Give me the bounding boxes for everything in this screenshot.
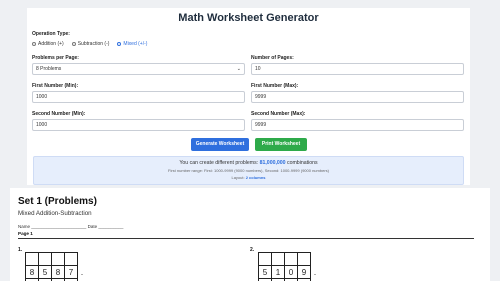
digit-cell: 5: [38, 265, 52, 279]
second-max-label: Second Number (Max):: [251, 111, 306, 117]
blank-cell: [258, 252, 272, 266]
problem-number: 2.: [250, 247, 255, 253]
combinations-count: 81,000,000: [259, 160, 286, 166]
radio-addition-label: Addition (+): [38, 41, 64, 47]
second-max-input[interactable]: 9999: [251, 119, 464, 131]
problems-per-page-label: Problems per Page:: [32, 55, 79, 61]
digit-cell: 8: [51, 265, 65, 279]
combinations-info-box: You can create different problems: 81,00…: [33, 156, 464, 185]
number-of-pages-label: Number of Pages:: [251, 55, 294, 61]
blank-cell: [25, 252, 39, 266]
operator-sign: -: [81, 272, 83, 278]
blank-cell: [64, 252, 78, 266]
generate-worksheet-button[interactable]: Generate Worksheet: [191, 138, 249, 151]
radio-dot-selected: [117, 42, 122, 46]
first-min-input[interactable]: 1000: [32, 91, 245, 103]
number-of-pages-input[interactable]: 10: [251, 63, 464, 75]
digit-cell: 0: [284, 265, 298, 279]
set-title: Set 1 (Problems): [18, 196, 97, 207]
blank-cell: [271, 252, 285, 266]
radio-subtraction-label: Subtraction (-): [77, 41, 110, 47]
first-min-label: First Number (Min):: [32, 83, 79, 89]
layout-line: Layout: 2 columns: [34, 175, 463, 180]
operation-type-label: Operation Type:: [32, 31, 70, 37]
digit-cell: 7: [64, 265, 78, 279]
page-label: Page 1: [18, 231, 33, 236]
first-max-label: First Number (Max):: [251, 83, 299, 89]
layout-prefix: Layout:: [231, 175, 246, 180]
first-max-input[interactable]: 9999: [251, 91, 464, 103]
digit-cell: 9: [297, 265, 311, 279]
digit-cell: 1: [271, 265, 285, 279]
problem-number: 1.: [18, 247, 23, 253]
combinations-prefix: You can create different problems:: [179, 160, 260, 166]
set-subtitle: Mixed Addition-Subtraction: [18, 210, 92, 217]
range-info-line: First number range: First: 1000-9999 (90…: [168, 168, 329, 173]
radio-addition[interactable]: Addition (+): [32, 41, 64, 47]
digit-cell: 5: [258, 265, 272, 279]
digit-cell: 8: [25, 265, 39, 279]
radio-mixed-label: Mixed (+/-): [123, 41, 148, 47]
operation-radio-group: Addition (+) Subtraction (-) Mixed (+/-): [32, 41, 147, 47]
blank-cell: [38, 252, 52, 266]
blank-cell: [284, 252, 298, 266]
second-min-label: Second Number (Min):: [32, 111, 86, 117]
worksheet-preview: Set 1 (Problems) Mixed Addition-Subtract…: [10, 188, 490, 281]
generator-panel: Math Worksheet Generator Operation Type:…: [27, 8, 470, 185]
combinations-line: You can create different problems: 81,00…: [34, 160, 463, 166]
name-date-line: Name ______________________ Date _______…: [18, 224, 124, 229]
blank-cell: [297, 252, 311, 266]
chevron-down-icon: ⌄: [236, 66, 241, 72]
operator-sign: -: [314, 272, 316, 278]
radio-subtraction[interactable]: Subtraction (-): [71, 41, 110, 47]
problems-per-page-select[interactable]: 8 Problems ⌄: [32, 63, 245, 75]
blank-cell: [51, 252, 65, 266]
combinations-suffix: combinations: [285, 160, 318, 166]
radio-dot: [71, 42, 76, 46]
layout-value: 2 columns: [245, 175, 266, 180]
problems-per-page-value: 8 Problems: [36, 66, 62, 72]
radio-mixed[interactable]: Mixed (+/-): [117, 41, 147, 47]
radio-dot: [32, 42, 36, 46]
app-title: Math Worksheet Generator: [178, 12, 319, 24]
second-min-input[interactable]: 1000: [32, 119, 245, 131]
print-worksheet-button[interactable]: Print Worksheet: [255, 138, 307, 151]
divider: [18, 238, 474, 239]
